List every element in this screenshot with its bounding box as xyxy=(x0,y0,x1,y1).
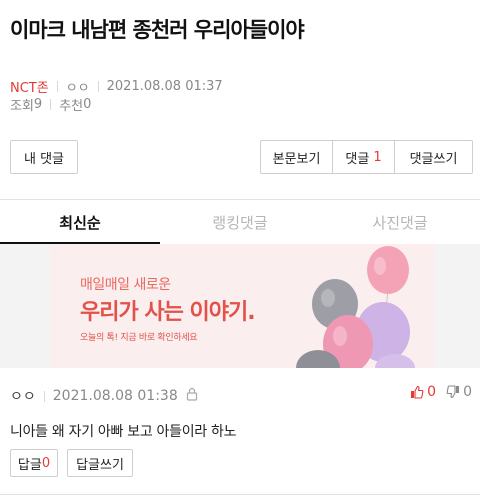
reply-button[interactable]: 답글 0 xyxy=(10,449,58,477)
my-comments-button[interactable]: 내 댓글 xyxy=(10,140,78,174)
comment-votes: 0 0 xyxy=(410,384,472,400)
tab-photo[interactable]: 사진댓글 xyxy=(320,200,480,244)
write-comment-button[interactable]: 댓글쓰기 xyxy=(395,141,472,173)
separator xyxy=(56,81,58,92)
reply-count: 0 xyxy=(41,455,51,471)
downvote-count: 0 xyxy=(463,384,472,400)
reply-label: 답글 xyxy=(17,457,42,473)
divider xyxy=(0,494,480,495)
tab-ranking[interactable]: 랭킹댓글 xyxy=(160,200,320,244)
post-date: 2021.08.08 01:37 xyxy=(106,79,223,94)
comments-count: 1 xyxy=(373,149,382,165)
post-author: ㅇㅇ xyxy=(65,81,90,96)
comment-text: 니아들 왜 자기 아빠 보고 아들이라 하노 xyxy=(10,424,237,440)
write-reply-button[interactable]: 답글쓰기 xyxy=(67,449,133,477)
comment-actions-group: 본문보기 댓글 1 댓글쓰기 xyxy=(260,140,473,174)
separator xyxy=(97,81,99,92)
views-count: 9 xyxy=(33,97,43,112)
lock-icon[interactable] xyxy=(186,387,198,405)
post-stats: 조회 9 추천 0 xyxy=(10,95,91,114)
post-title: 이마크 내남편 종천러 우리아들이야 xyxy=(10,18,305,42)
separator xyxy=(43,390,45,402)
upvote-count: 0 xyxy=(427,384,437,400)
recommend-count: 0 xyxy=(83,97,92,112)
comment-date: 2021.08.08 01:38 xyxy=(52,388,178,404)
comment-author: ㅇㅇ xyxy=(10,389,36,405)
ad-banner[interactable]: 매일매일 새로운 우리가 사는 이야기. 오늘의 톡! 지금 바로 확인하세요 xyxy=(50,244,435,368)
comment-sort-tabs: 최신순 랭킹댓글 사진댓글 xyxy=(0,200,480,244)
comments-label: 댓글 xyxy=(345,151,370,167)
thumbs-down-icon xyxy=(446,385,460,399)
thumbs-up-icon xyxy=(411,385,424,399)
view-body-button[interactable]: 본문보기 xyxy=(261,141,333,173)
comment-meta: ㅇㅇ 2021.08.08 01:38 xyxy=(10,386,198,406)
separator xyxy=(50,99,52,110)
comments-button[interactable]: 댓글 1 xyxy=(333,141,395,173)
views-label: 조회 xyxy=(10,99,34,114)
downvote-button[interactable]: 0 xyxy=(446,384,472,400)
post-meta: NCT존 ㅇㅇ 2021.08.08 01:37 xyxy=(10,77,223,96)
board-name[interactable]: NCT존 xyxy=(10,77,49,96)
upvote-button[interactable]: 0 xyxy=(410,384,436,400)
balloon-image xyxy=(296,246,415,368)
recommend-label: 추천 xyxy=(59,99,84,114)
tab-latest[interactable]: 최신순 xyxy=(0,200,160,244)
